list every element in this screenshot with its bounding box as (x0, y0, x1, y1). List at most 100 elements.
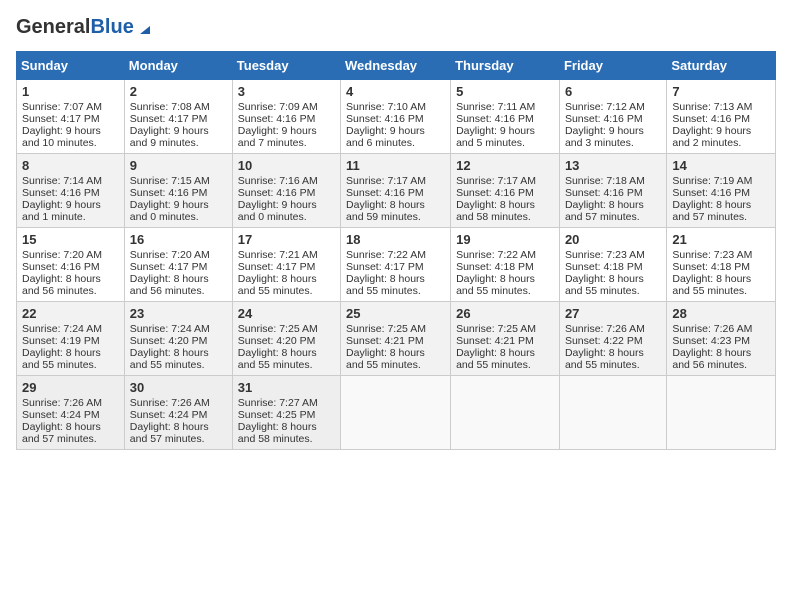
daylight-text: Daylight: 8 hours and 56 minutes. (130, 273, 227, 297)
sunset-text: Sunset: 4:20 PM (130, 335, 227, 347)
calendar-cell: 23Sunrise: 7:24 AMSunset: 4:20 PMDayligh… (124, 302, 232, 376)
daylight-text: Daylight: 8 hours and 55 minutes. (22, 347, 119, 371)
daylight-text: Daylight: 8 hours and 55 minutes. (565, 273, 661, 297)
day-number: 6 (565, 84, 661, 99)
day-number: 23 (130, 306, 227, 321)
sunrise-text: Sunrise: 7:18 AM (565, 175, 661, 187)
daylight-text: Daylight: 9 hours and 9 minutes. (130, 125, 227, 149)
daylight-text: Daylight: 8 hours and 55 minutes. (456, 347, 554, 371)
day-number: 13 (565, 158, 661, 173)
day-number: 4 (346, 84, 445, 99)
calendar-cell: 18Sunrise: 7:22 AMSunset: 4:17 PMDayligh… (341, 228, 451, 302)
sunrise-text: Sunrise: 7:10 AM (346, 101, 445, 113)
sunrise-text: Sunrise: 7:12 AM (565, 101, 661, 113)
sunrise-text: Sunrise: 7:17 AM (346, 175, 445, 187)
daylight-text: Daylight: 8 hours and 59 minutes. (346, 199, 445, 223)
calendar-cell (341, 376, 451, 450)
daylight-text: Daylight: 8 hours and 57 minutes. (22, 421, 119, 445)
header-day-friday: Friday (559, 52, 666, 80)
daylight-text: Daylight: 8 hours and 57 minutes. (130, 421, 227, 445)
sunset-text: Sunset: 4:16 PM (130, 187, 227, 199)
calendar-cell: 2Sunrise: 7:08 AMSunset: 4:17 PMDaylight… (124, 80, 232, 154)
day-number: 19 (456, 232, 554, 247)
sunset-text: Sunset: 4:17 PM (22, 113, 119, 125)
calendar-cell: 24Sunrise: 7:25 AMSunset: 4:20 PMDayligh… (232, 302, 340, 376)
header-day-sunday: Sunday (17, 52, 125, 80)
logo-general-text: General (16, 16, 90, 39)
sunrise-text: Sunrise: 7:27 AM (238, 397, 335, 409)
daylight-text: Daylight: 8 hours and 55 minutes. (238, 273, 335, 297)
calendar-cell: 29Sunrise: 7:26 AMSunset: 4:24 PMDayligh… (17, 376, 125, 450)
calendar-cell: 3Sunrise: 7:09 AMSunset: 4:16 PMDaylight… (232, 80, 340, 154)
daylight-text: Daylight: 8 hours and 55 minutes. (456, 273, 554, 297)
day-number: 5 (456, 84, 554, 99)
header-day-thursday: Thursday (451, 52, 560, 80)
sunset-text: Sunset: 4:16 PM (238, 187, 335, 199)
calendar-cell: 26Sunrise: 7:25 AMSunset: 4:21 PMDayligh… (451, 302, 560, 376)
calendar-cell: 5Sunrise: 7:11 AMSunset: 4:16 PMDaylight… (451, 80, 560, 154)
day-number: 14 (672, 158, 770, 173)
day-number: 16 (130, 232, 227, 247)
sunrise-text: Sunrise: 7:07 AM (22, 101, 119, 113)
day-number: 29 (22, 380, 119, 395)
daylight-text: Daylight: 8 hours and 55 minutes. (238, 347, 335, 371)
calendar-cell: 13Sunrise: 7:18 AMSunset: 4:16 PMDayligh… (559, 154, 666, 228)
daylight-text: Daylight: 8 hours and 55 minutes. (565, 347, 661, 371)
sunset-text: Sunset: 4:24 PM (130, 409, 227, 421)
day-number: 2 (130, 84, 227, 99)
day-number: 11 (346, 158, 445, 173)
day-number: 7 (672, 84, 770, 99)
calendar-body: 1 Sunrise: 7:07 AMSunset: 4:17 PM Daylight… (17, 80, 776, 450)
week-row-1: 1 Sunrise: 7:07 AMSunset: 4:17 PM Daylight… (17, 80, 776, 154)
daylight-text: Daylight: 9 hours and 0 minutes. (238, 199, 335, 223)
sunset-text: Sunset: 4:16 PM (346, 187, 445, 199)
calendar-cell: 16Sunrise: 7:20 AMSunset: 4:17 PMDayligh… (124, 228, 232, 302)
daylight-text: Daylight: 8 hours and 56 minutes. (22, 273, 119, 297)
sunset-text: Sunset: 4:16 PM (238, 113, 335, 125)
week-row-3: 15Sunrise: 7:20 AMSunset: 4:16 PMDayligh… (17, 228, 776, 302)
sunset-text: Sunset: 4:16 PM (565, 113, 661, 125)
logo-blue-text: Blue (90, 16, 133, 39)
sunset-text: Sunset: 4:16 PM (22, 261, 119, 273)
sunrise-text: Sunrise: 7:24 AM (22, 323, 119, 335)
calendar-cell (451, 376, 560, 450)
sunset-text: Sunset: 4:16 PM (22, 187, 119, 199)
day-number: 12 (456, 158, 554, 173)
day-number: 18 (346, 232, 445, 247)
day-number: 10 (238, 158, 335, 173)
sunrise-text: Sunrise: 7:14 AM (22, 175, 119, 187)
header-day-wednesday: Wednesday (341, 52, 451, 80)
daylight-text: Daylight: 8 hours and 55 minutes. (346, 273, 445, 297)
sunrise-text: Sunrise: 7:16 AM (238, 175, 335, 187)
sunrise-text: Sunrise: 7:21 AM (238, 249, 335, 261)
sunrise-text: Sunrise: 7:19 AM (672, 175, 770, 187)
sunset-text: Sunset: 4:16 PM (346, 113, 445, 125)
calendar-cell (667, 376, 776, 450)
daylight-text: Daylight: 9 hours and 6 minutes. (346, 125, 445, 149)
calendar-cell: 20Sunrise: 7:23 AMSunset: 4:18 PMDayligh… (559, 228, 666, 302)
daylight-text: Daylight: 9 hours and 5 minutes. (456, 125, 554, 149)
daylight-text: Daylight: 9 hours and 7 minutes. (238, 125, 335, 149)
day-number: 1 (22, 84, 119, 99)
sunrise-text: Sunrise: 7:17 AM (456, 175, 554, 187)
header-row: SundayMondayTuesdayWednesdayThursdayFrid… (17, 52, 776, 80)
sunrise-text: Sunrise: 7:08 AM (130, 101, 227, 113)
day-number: 9 (130, 158, 227, 173)
sunrise-text: Sunrise: 7:26 AM (565, 323, 661, 335)
sunset-text: Sunset: 4:23 PM (672, 335, 770, 347)
daylight-text: Daylight: 9 hours and 0 minutes. (130, 199, 227, 223)
week-row-2: 8Sunrise: 7:14 AMSunset: 4:16 PMDaylight… (17, 154, 776, 228)
sunset-text: Sunset: 4:16 PM (456, 187, 554, 199)
day-number: 15 (22, 232, 119, 247)
daylight-text: Daylight: 8 hours and 56 minutes. (672, 347, 770, 371)
week-row-5: 29Sunrise: 7:26 AMSunset: 4:24 PMDayligh… (17, 376, 776, 450)
sunrise-text: Sunrise: 7:09 AM (238, 101, 335, 113)
calendar-cell: 31Sunrise: 7:27 AMSunset: 4:25 PMDayligh… (232, 376, 340, 450)
day-number: 25 (346, 306, 445, 321)
sunrise-text: Sunrise: 7:26 AM (672, 323, 770, 335)
sunset-text: Sunset: 4:24 PM (22, 409, 119, 421)
calendar-table: SundayMondayTuesdayWednesdayThursdayFrid… (16, 51, 776, 450)
calendar-cell: 6Sunrise: 7:12 AMSunset: 4:16 PMDaylight… (559, 80, 666, 154)
daylight-text: Daylight: 8 hours and 57 minutes. (672, 199, 770, 223)
calendar-cell: 27Sunrise: 7:26 AMSunset: 4:22 PMDayligh… (559, 302, 666, 376)
